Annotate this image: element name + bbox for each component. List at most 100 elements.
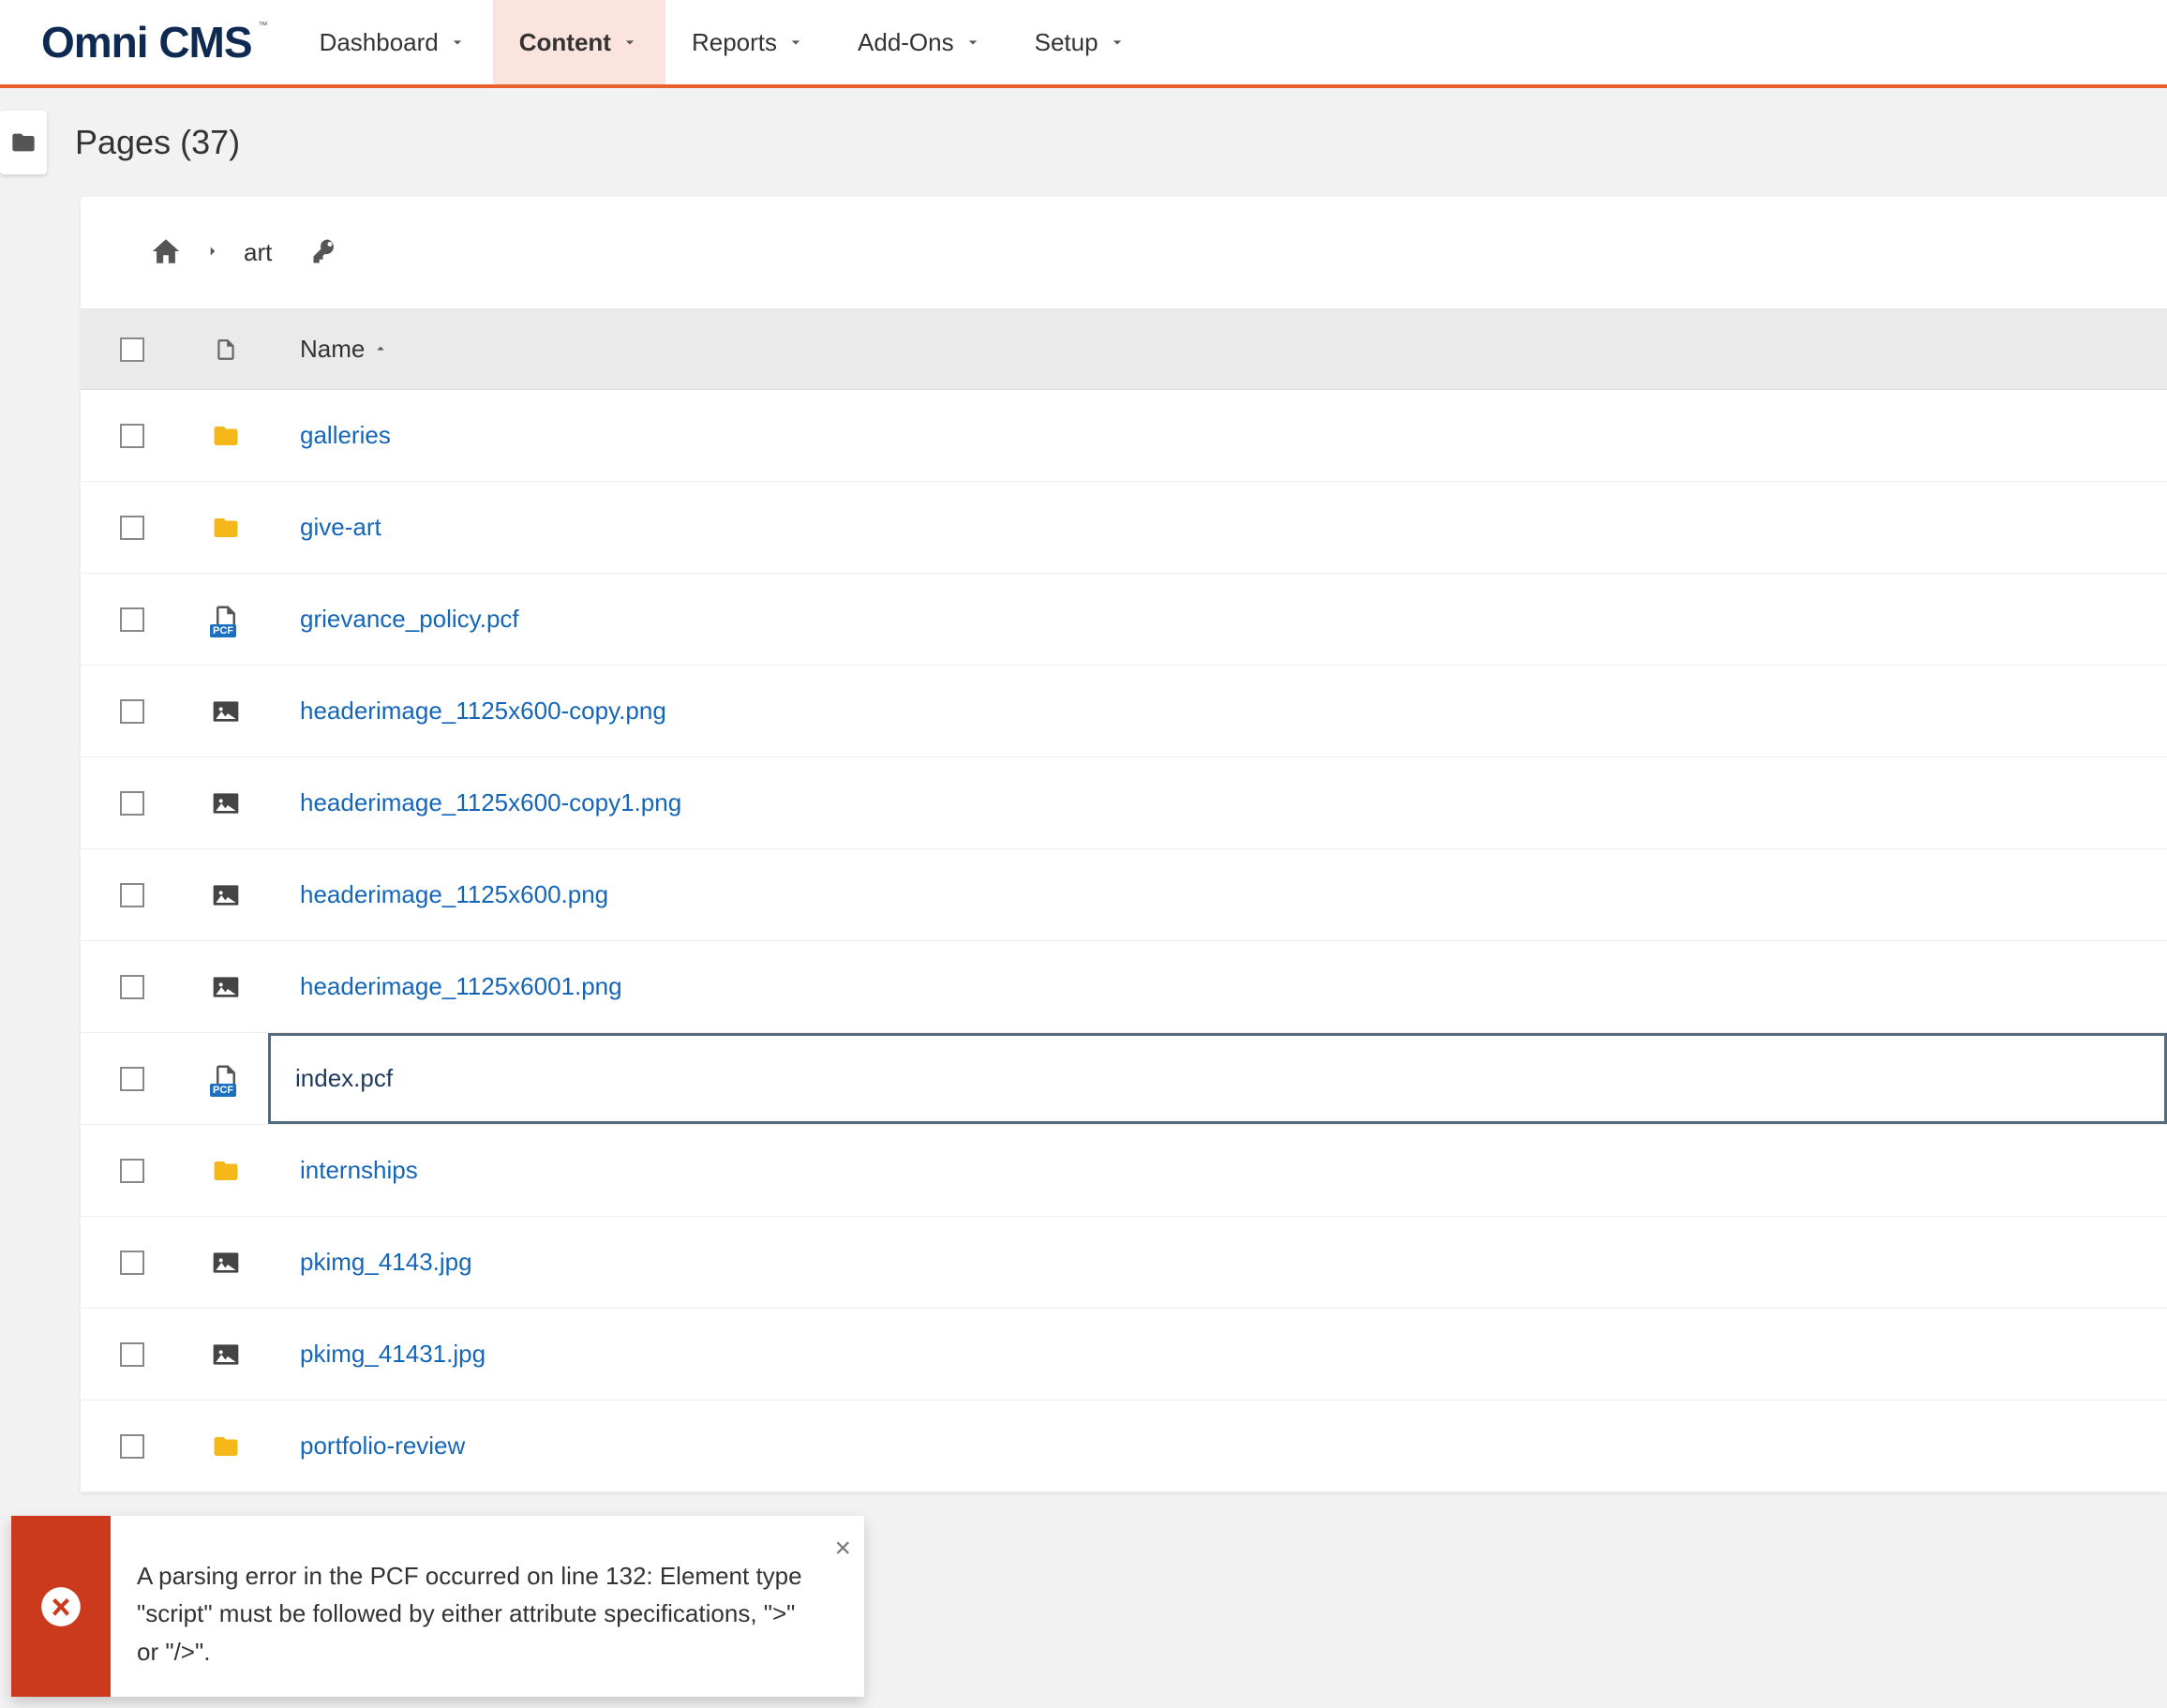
table-row: give-art <box>81 482 2167 574</box>
row-type-cell <box>184 1248 268 1278</box>
main-nav: Dashboard Content Reports Add-Ons Setup <box>293 0 1153 84</box>
chevron-down-icon <box>964 33 982 52</box>
column-type-header[interactable] <box>184 337 268 362</box>
row-checkbox[interactable] <box>120 607 144 632</box>
row-name-cell: galleries <box>268 421 2167 450</box>
breadcrumb: art <box>81 197 2167 309</box>
nav-item-setup[interactable]: Setup <box>1009 0 1153 84</box>
row-checkbox[interactable] <box>120 699 144 724</box>
chevron-down-icon <box>1108 33 1127 52</box>
nav-label: Content <box>519 28 611 57</box>
row-checkbox-cell <box>81 1251 184 1275</box>
select-all-checkbox[interactable] <box>120 337 144 362</box>
row-checkbox-cell <box>81 1342 184 1367</box>
content-panel: art Name galleries give-art PCF grievance_p… <box>81 197 2167 1492</box>
chevron-down-icon <box>620 33 639 52</box>
row-checkbox[interactable] <box>120 1434 144 1459</box>
row-name-cell: internships <box>268 1156 2167 1185</box>
file-link[interactable]: headerimage_1125x6001.png <box>300 972 622 1001</box>
file-link[interactable]: give-art <box>300 513 381 542</box>
table-row: pkimg_41431.jpg <box>81 1309 2167 1401</box>
row-type-cell: PCF <box>184 604 268 636</box>
row-checkbox-cell <box>81 516 184 540</box>
row-checkbox[interactable] <box>120 883 144 907</box>
breadcrumb-access[interactable] <box>311 237 339 268</box>
image-icon <box>211 697 241 727</box>
row-checkbox-cell <box>81 975 184 999</box>
row-checkbox[interactable] <box>120 791 144 816</box>
file-link[interactable]: headerimage_1125x600-copy1.png <box>300 788 681 817</box>
error-toast: × A parsing error in the PCF occurred on… <box>11 1516 864 1697</box>
row-checkbox-cell <box>81 883 184 907</box>
nav-label: Dashboard <box>320 28 439 57</box>
folder-icon <box>10 129 37 156</box>
column-name-label: Name <box>300 335 365 364</box>
home-icon <box>150 235 182 267</box>
table-row: PCF grievance_policy.pcf <box>81 574 2167 666</box>
file-link[interactable]: galleries <box>300 421 391 450</box>
row-type-cell <box>184 788 268 818</box>
toast-icon-area <box>11 1516 111 1697</box>
row-type-cell <box>184 1340 268 1370</box>
rename-input[interactable] <box>271 1064 2164 1093</box>
row-checkbox[interactable] <box>120 1342 144 1367</box>
row-checkbox-cell <box>81 424 184 448</box>
row-checkbox-cell <box>81 791 184 816</box>
row-name-cell: give-art <box>268 513 2167 542</box>
row-name-cell: grievance_policy.pcf <box>268 605 2167 634</box>
nav-label: Add-Ons <box>858 28 954 57</box>
toast-message: A parsing error in the PCF occurred on l… <box>137 1562 802 1666</box>
toast-close-button[interactable]: × <box>834 1527 851 1571</box>
nav-label: Reports <box>692 28 777 57</box>
image-icon <box>211 880 241 910</box>
toast-body: × A parsing error in the PCF occurred on… <box>111 1516 864 1697</box>
chevron-right-icon <box>204 243 221 260</box>
row-name-cell: portfolio-review <box>268 1431 2167 1461</box>
row-type-cell <box>184 514 268 542</box>
nav-item-reports[interactable]: Reports <box>665 0 831 84</box>
image-icon <box>211 972 241 1002</box>
row-name-cell: pkimg_41431.jpg <box>268 1340 2167 1369</box>
nav-item-add-ons[interactable]: Add-Ons <box>831 0 1009 84</box>
table-row: PCF <box>81 1033 2167 1125</box>
table-row: headerimage_1125x600-copy.png <box>81 666 2167 757</box>
file-link[interactable]: internships <box>300 1156 418 1185</box>
row-name-cell: headerimage_1125x600.png <box>268 880 2167 909</box>
table-row: pkimg_4143.jpg <box>81 1217 2167 1309</box>
nav-item-content[interactable]: Content <box>493 0 665 84</box>
row-checkbox[interactable] <box>120 1159 144 1183</box>
file-link[interactable]: pkimg_41431.jpg <box>300 1340 486 1369</box>
file-link[interactable]: headerimage_1125x600.png <box>300 880 608 909</box>
table-row: portfolio-review <box>81 1401 2167 1492</box>
breadcrumb-home[interactable] <box>150 235 182 270</box>
row-checkbox[interactable] <box>120 424 144 448</box>
folder-icon <box>210 1157 242 1185</box>
row-checkbox-cell <box>81 1159 184 1183</box>
file-link[interactable]: headerimage_1125x600-copy.png <box>300 697 666 726</box>
file-link[interactable]: portfolio-review <box>300 1431 465 1461</box>
breadcrumb-item[interactable]: art <box>244 238 272 267</box>
table-row: galleries <box>81 390 2167 482</box>
row-checkbox[interactable] <box>120 516 144 540</box>
row-type-cell <box>184 1432 268 1461</box>
side-collapse-tab[interactable] <box>0 111 47 174</box>
row-checkbox-cell <box>81 1067 184 1091</box>
column-checkbox-header[interactable] <box>81 337 184 362</box>
row-checkbox[interactable] <box>120 1251 144 1275</box>
row-checkbox[interactable] <box>120 975 144 999</box>
table-row: headerimage_1125x600-copy1.png <box>81 757 2167 849</box>
row-checkbox[interactable] <box>120 1067 144 1091</box>
row-checkbox-cell <box>81 1434 184 1459</box>
logo-text: Omni CMS <box>41 18 252 67</box>
column-name-header[interactable]: Name <box>268 335 2167 364</box>
nav-item-dashboard[interactable]: Dashboard <box>293 0 493 84</box>
row-type-cell: PCF <box>184 1063 268 1095</box>
logo-tm: ™ <box>259 21 267 31</box>
file-link[interactable]: grievance_policy.pcf <box>300 605 519 634</box>
row-type-cell <box>184 1157 268 1185</box>
top-bar: Omni CMS ™ Dashboard Content Reports Add-Ons… <box>0 0 2167 88</box>
file-link[interactable]: pkimg_4143.jpg <box>300 1248 472 1277</box>
row-type-cell <box>184 972 268 1002</box>
row-name-cell: headerimage_1125x600-copy1.png <box>268 788 2167 817</box>
row-checkbox-cell <box>81 699 184 724</box>
